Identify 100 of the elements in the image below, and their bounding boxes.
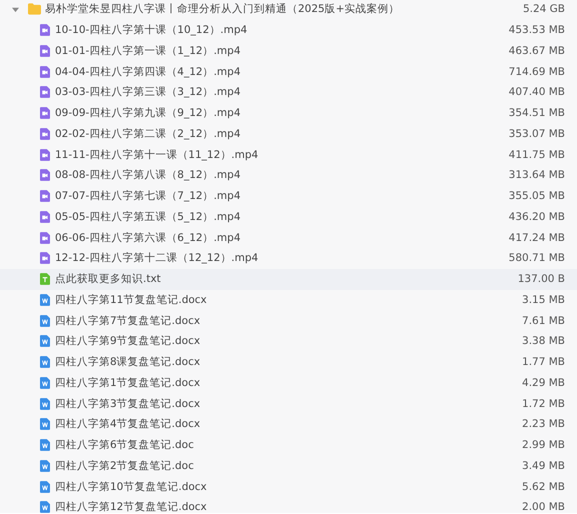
video-file-icon — [40, 44, 50, 57]
file-size: 2.00 MB — [522, 501, 565, 513]
file-name: 四柱八字第8课复盘笔记.docx — [55, 355, 200, 370]
video-file-icon — [40, 86, 50, 98]
video-file-icon — [40, 232, 50, 244]
file-name: 四柱八字第6节复盘笔记.doc — [55, 438, 194, 452]
file-row[interactable]: 06-06-四柱八字第六课（6_12）.mp4 417.24 MB — [0, 227, 577, 248]
word-file-icon — [40, 314, 50, 327]
word-file-icon — [40, 398, 50, 410]
file-row[interactable]: 07-07-四柱八字第七课（7_12）.mp4 355.05 MB — [0, 186, 577, 206]
word-file-icon — [40, 335, 50, 348]
file-name: 08-08-四柱八字第八课（8_12）.mp4 — [55, 168, 241, 182]
file-row[interactable]: 四柱八字第11节复盘笔记.docx 3.15 MB — [0, 290, 577, 310]
word-file-icon — [40, 480, 50, 493]
video-file-icon — [40, 107, 50, 120]
file-name: 四柱八字第10节复盘笔记.docx — [55, 480, 207, 494]
video-file-icon — [40, 66, 50, 78]
file-row[interactable]: 08-08-四柱八字第八课（8_12）.mp4 313.64 MB — [0, 165, 577, 186]
file-name: 四柱八字第11节复盘笔记.docx — [55, 292, 207, 307]
file-size: 313.64 MB — [508, 169, 565, 182]
file-row[interactable]: 四柱八字第6节复盘笔记.doc 2.99 MB — [0, 434, 577, 456]
file-name: 04-04-四柱八字第四课（4_12）.mp4 — [55, 64, 241, 79]
file-name: 四柱八字第4节复盘笔记.docx — [55, 417, 200, 432]
file-size: 353.07 MB — [508, 128, 565, 140]
file-row[interactable]: 四柱八字第3节复盘笔记.docx 1.72 MB — [0, 393, 577, 414]
word-file-icon — [40, 356, 50, 368]
text-file-icon — [40, 273, 50, 286]
folder-name: 易朴学堂朱昱四柱八字课丨命理分析从入门到精通（2025版+实战案例） — [45, 2, 400, 16]
word-file-icon — [40, 418, 50, 430]
file-size: 355.05 MB — [508, 190, 565, 202]
file-size: 5.62 MB — [522, 480, 565, 493]
video-file-icon — [40, 210, 50, 223]
file-name: 点此获取更多知识.txt — [55, 272, 161, 286]
file-name: 09-09-四柱八字第九课（9_12）.mp4 — [55, 106, 241, 120]
file-size: 3.15 MB — [522, 294, 565, 306]
file-row[interactable]: 四柱八字第2节复盘笔记.doc 3.49 MB — [0, 456, 577, 476]
file-size: 407.40 MB — [508, 86, 565, 98]
word-file-icon — [40, 439, 50, 452]
file-size: 354.51 MB — [508, 107, 565, 120]
file-row[interactable]: 四柱八字第9节复盘笔记.docx 3.38 MB — [0, 331, 577, 352]
file-name: 06-06-四柱八字第六课（6_12）.mp4 — [55, 230, 241, 245]
file-name: 01-01-四柱八字第一课（1_12）.mp4 — [55, 44, 241, 58]
file-size: 3.49 MB — [522, 460, 565, 472]
video-file-icon — [40, 24, 50, 36]
video-file-icon — [40, 252, 50, 264]
file-row[interactable]: 05-05-四柱八字第五课（5_12）.mp4 436.20 MB — [0, 206, 577, 228]
file-name: 05-05-四柱八字第五课（5_12）.mp4 — [55, 210, 241, 224]
file-name: 四柱八字第2节复盘笔记.doc — [55, 458, 194, 473]
file-name: 11-11-四柱八字第十一课（11_12）.mp4 — [55, 148, 258, 162]
file-size: 7.61 MB — [522, 314, 565, 327]
file-row[interactable]: 09-09-四柱八字第九课（9_12）.mp4 354.51 MB — [0, 102, 577, 124]
video-file-icon — [40, 148, 50, 161]
file-name: 四柱八字第9节复盘笔记.docx — [55, 334, 200, 348]
file-row[interactable]: 11-11-四柱八字第十一课（11_12）.mp4 411.75 MB — [0, 144, 577, 165]
file-name: 四柱八字第1节复盘笔记.docx — [55, 376, 200, 390]
file-size: 411.75 MB — [508, 148, 565, 161]
file-name: 12-12-四柱八字第十二课（12_12）.mp4 — [55, 251, 258, 266]
file-row[interactable]: 四柱八字第1节复盘笔记.docx 4.29 MB — [0, 372, 577, 394]
file-size: 453.53 MB — [508, 24, 565, 36]
file-row[interactable]: 10-10-四柱八字第十课（10_12）.mp4 453.53 MB — [0, 20, 577, 40]
file-size: 137.00 B — [518, 273, 565, 286]
file-row[interactable]: 四柱八字第7节复盘笔记.docx 7.61 MB — [0, 310, 577, 331]
caret-icon[interactable] — [12, 6, 19, 13]
file-name: 03-03-四柱八字第三课（3_12）.mp4 — [55, 85, 241, 100]
video-file-icon — [40, 128, 50, 140]
file-row[interactable]: 四柱八字第4节复盘笔记.docx 2.23 MB — [0, 414, 577, 435]
file-row[interactable]: 点此获取更多知识.txt 137.00 B — [0, 268, 577, 290]
file-name: 四柱八字第3节复盘笔记.docx — [55, 396, 200, 411]
file-size: 417.24 MB — [508, 232, 565, 244]
file-name: 10-10-四柱八字第十课（10_12）.mp4 — [55, 23, 248, 38]
folder-size: 5.24 GB — [522, 3, 565, 16]
file-size: 436.20 MB — [508, 210, 565, 223]
word-file-icon — [40, 294, 50, 306]
file-row[interactable]: 04-04-四柱八字第四课（4_12）.mp4 714.69 MB — [0, 61, 577, 82]
file-name: 四柱八字第7节复盘笔记.docx — [55, 314, 200, 328]
file-row[interactable]: 02-02-四柱八字第二课（2_12）.mp4 353.07 MB — [0, 124, 577, 144]
file-size: 2.23 MB — [522, 418, 565, 430]
file-row[interactable]: 四柱八字第10节复盘笔记.docx 5.62 MB — [0, 476, 577, 497]
file-size: 714.69 MB — [508, 66, 565, 78]
file-row[interactable]: 03-03-四柱八字第三课（3_12）.mp4 407.40 MB — [0, 82, 577, 103]
folder-icon — [28, 3, 41, 16]
word-file-icon — [40, 460, 50, 472]
file-size: 463.67 MB — [508, 44, 565, 57]
file-name: 02-02-四柱八字第二课（2_12）.mp4 — [55, 126, 241, 141]
file-size: 1.72 MB — [522, 398, 565, 410]
file-size: 4.29 MB — [522, 376, 565, 389]
file-size: 1.77 MB — [522, 356, 565, 368]
file-row[interactable]: 01-01-四柱八字第一课（1_12）.mp4 463.67 MB — [0, 40, 577, 62]
file-size: 3.38 MB — [522, 335, 565, 348]
file-size: 2.99 MB — [522, 439, 565, 452]
file-row[interactable]: 四柱八字第12节复盘笔记.docx 2.00 MB — [0, 497, 577, 513]
file-name: 07-07-四柱八字第七课（7_12）.mp4 — [55, 189, 241, 204]
folder-row[interactable]: 易朴学堂朱昱四柱八字课丨命理分析从入门到精通（2025版+实战案例） 5.24 GB — [0, 0, 577, 20]
video-file-icon — [40, 190, 50, 202]
file-row[interactable]: 12-12-四柱八字第十二课（12_12）.mp4 580.71 MB — [0, 248, 577, 269]
video-file-icon — [40, 169, 50, 182]
file-row[interactable]: 四柱八字第8课复盘笔记.docx 1.77 MB — [0, 352, 577, 372]
file-name: 四柱八字第12节复盘笔记.docx — [55, 500, 207, 513]
word-file-icon — [40, 376, 50, 389]
file-size: 580.71 MB — [508, 252, 565, 264]
